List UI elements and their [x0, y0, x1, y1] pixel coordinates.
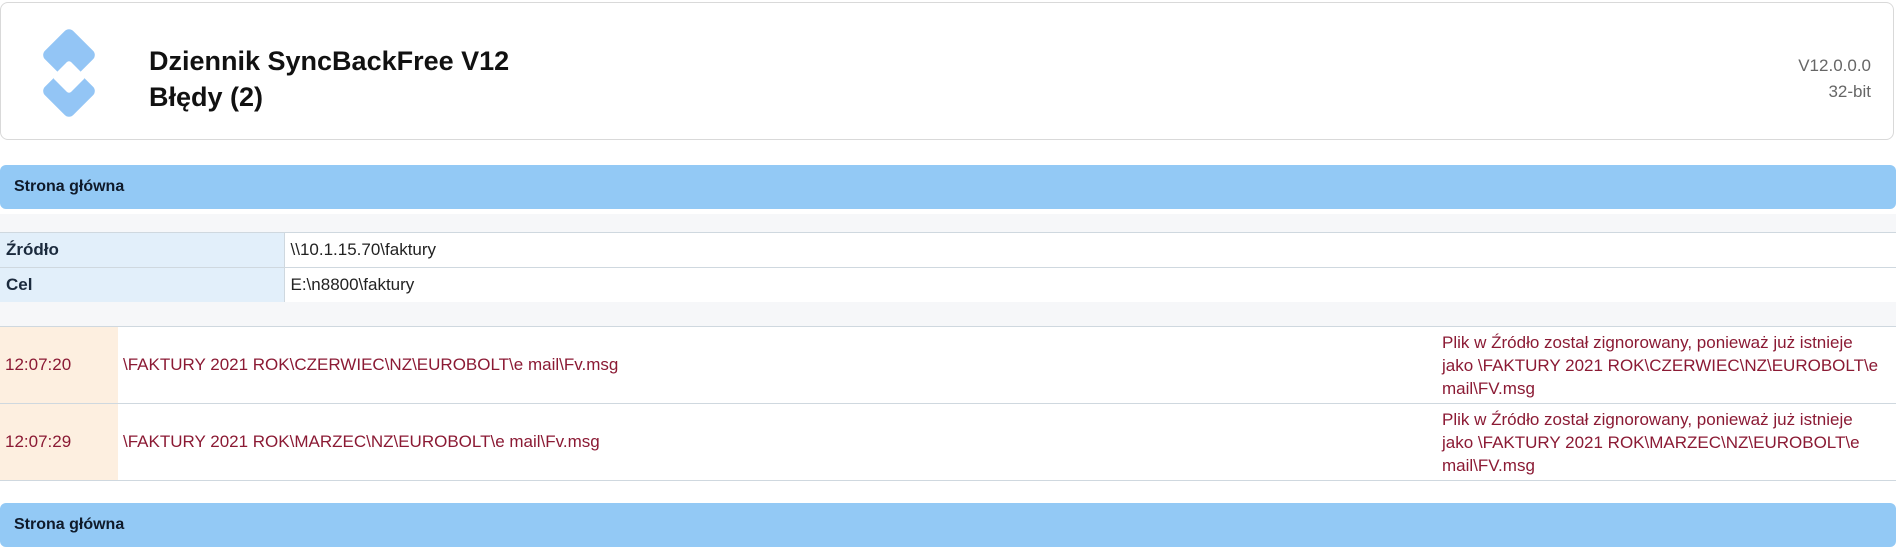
error-time: 12:07:20 — [0, 326, 118, 404]
error-message: Plik w Źródło został zignorowany, poniew… — [1442, 326, 1896, 404]
error-row: 12:07:20 \FAKTURY 2021 ROK\CZERWIEC\NZ\E… — [0, 326, 1896, 404]
error-path: \FAKTURY 2021 ROK\CZERWIEC\NZ\EUROBOLT\e… — [118, 326, 1442, 404]
bitness-label: 32-bit — [1828, 82, 1871, 101]
version-label: V12.0.0.0 — [1798, 56, 1871, 75]
app-title: Dziennik SyncBackFree V12 — [149, 46, 510, 76]
syncback-logo-icon — [43, 29, 95, 117]
source-row: Źródło \\10.1.15.70\faktury — [0, 232, 1896, 268]
section-gap — [0, 214, 1896, 232]
errors-count-title: Błędy (2) — [149, 82, 264, 112]
error-time: 12:07:29 — [0, 403, 118, 481]
version-info: V12.0.0.0 32-bit — [1798, 53, 1871, 105]
section-gap — [0, 302, 1896, 326]
home-link-bottom[interactable]: Strona główna — [0, 503, 1896, 547]
source-value: \\10.1.15.70\faktury — [284, 232, 1896, 268]
source-label: Źródło — [0, 232, 285, 268]
target-label: Cel — [0, 267, 285, 303]
title-block: Dziennik SyncBackFree V12 Błędy (2) — [149, 43, 509, 115]
home-link-top[interactable]: Strona główna — [0, 165, 1896, 209]
paths-table: Źródło \\10.1.15.70\faktury Cel E:\n8800… — [0, 232, 1896, 303]
error-row: 12:07:29 \FAKTURY 2021 ROK\MARZEC\NZ\EUR… — [0, 403, 1896, 481]
error-path: \FAKTURY 2021 ROK\MARZEC\NZ\EUROBOLT\e m… — [118, 403, 1442, 481]
error-message: Plik w Źródło został zignorowany, poniew… — [1442, 403, 1896, 481]
log-header: Dziennik SyncBackFree V12 Błędy (2) V12.… — [0, 2, 1894, 140]
errors-table: 12:07:20 \FAKTURY 2021 ROK\CZERWIEC\NZ\E… — [0, 326, 1896, 481]
target-row: Cel E:\n8800\faktury — [0, 267, 1896, 303]
target-value: E:\n8800\faktury — [284, 267, 1896, 303]
